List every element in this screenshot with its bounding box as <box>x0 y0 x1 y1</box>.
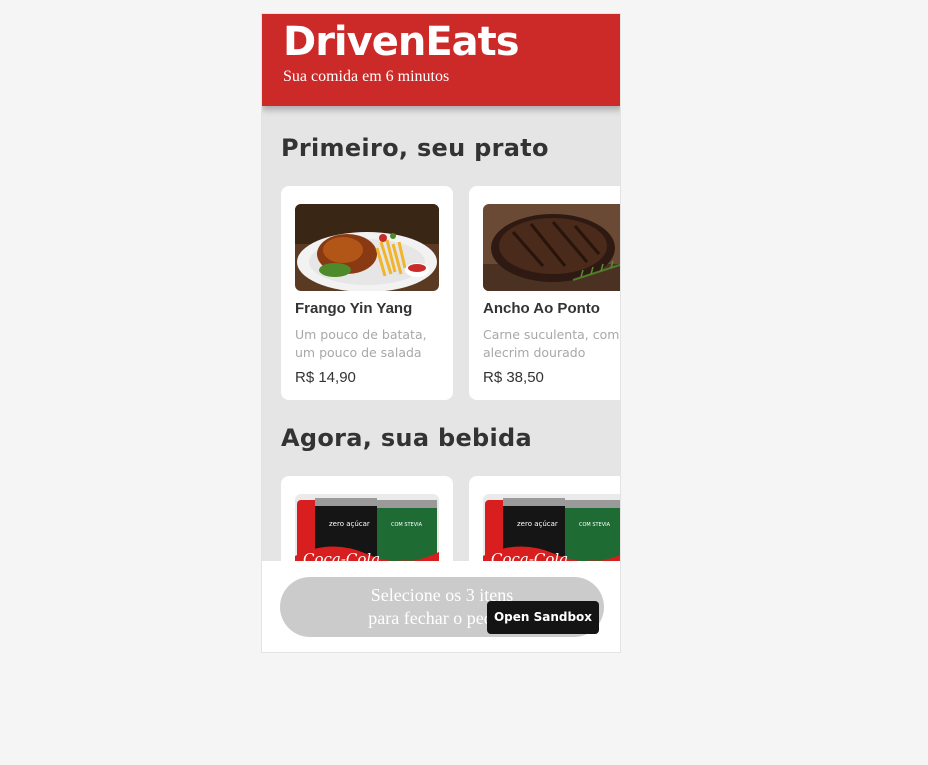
dish-name: Ancho Ao Ponto <box>483 300 600 317</box>
brand-logo: DrivenEats <box>283 19 520 65</box>
dish-name: Frango Yin Yang <box>295 300 413 317</box>
svg-text:zero açúcar: zero açúcar <box>329 520 370 528</box>
tagline: Sua comida em 6 minutos <box>283 68 450 85</box>
dish-card-ancho[interactable]: Ancho Ao Ponto Carne suculenta, com alec… <box>469 186 620 400</box>
dish-image-frango <box>295 204 439 291</box>
dish-description: Carne suculenta, com alecrim dourado <box>483 327 620 360</box>
svg-text:COM STEVIA: COM STEVIA <box>579 522 611 528</box>
dish-description: Um pouco de batata, um pouco de salada <box>295 327 427 360</box>
dish-card-frango[interactable]: Frango Yin Yang Um pouco de batata, um p… <box>281 186 453 400</box>
app-header: DrivenEats Sua comida em 6 minutos <box>262 14 620 106</box>
svg-text:COM STEVIA: COM STEVIA <box>391 522 423 528</box>
svg-text:zero açúcar: zero açúcar <box>517 520 558 528</box>
dish-price: R$ 38,50 <box>483 369 544 386</box>
dish-image-ancho <box>483 204 620 291</box>
open-sandbox-button[interactable]: Open Sandbox <box>487 601 599 634</box>
dish-price: R$ 14,90 <box>295 369 356 386</box>
app-window: DrivenEats Sua comida em 6 minutos Prime… <box>261 13 621 653</box>
dishes-carousel[interactable]: Frango Yin Yang Um pouco de batata, um p… <box>281 186 620 400</box>
section-title-dishes: Primeiro, seu prato <box>281 134 549 162</box>
section-title-drinks: Agora, sua bebida <box>281 424 533 452</box>
